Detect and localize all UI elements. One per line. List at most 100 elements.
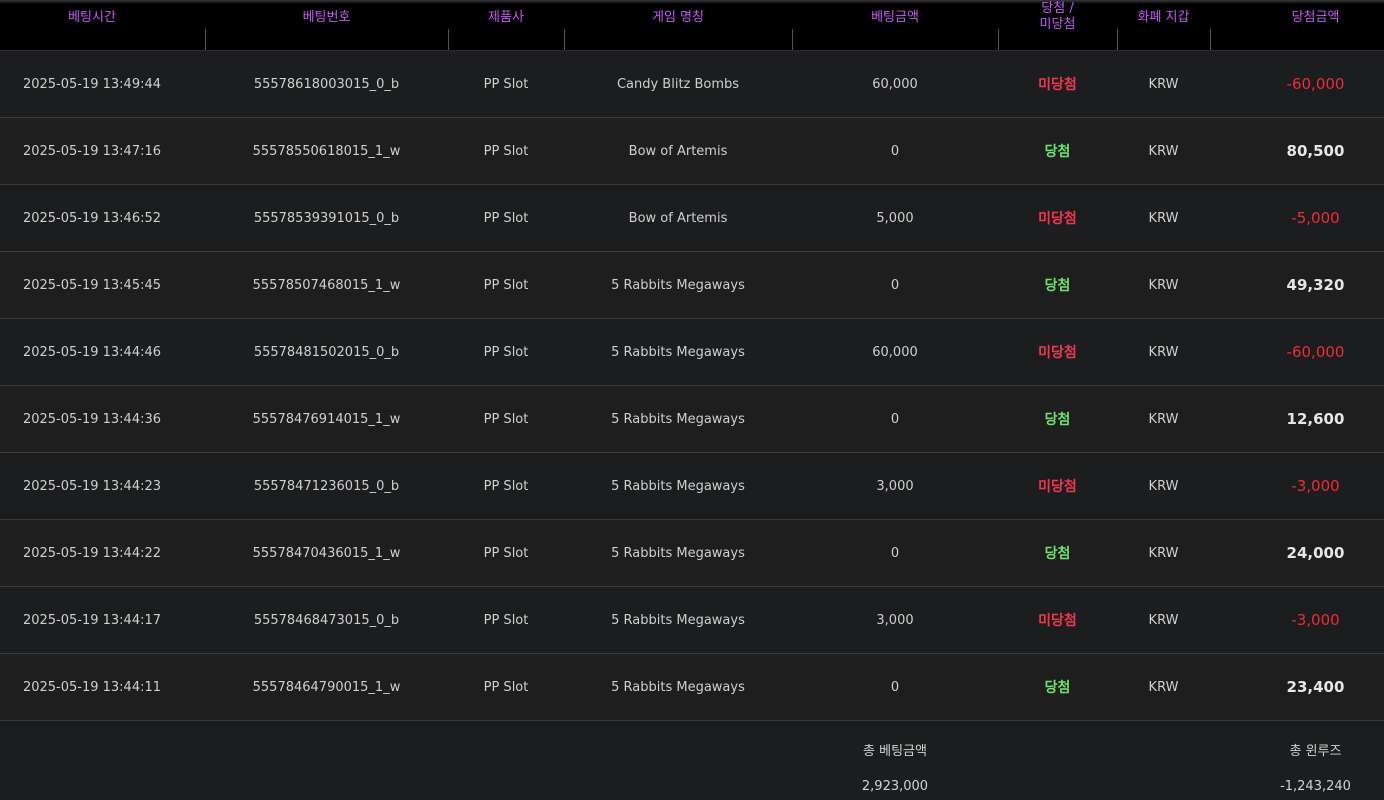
cell-bet-time: 2025-05-19 13:47:16 bbox=[22, 143, 162, 159]
header-game-name: 게임 명칭 bbox=[652, 10, 704, 25]
cell-currency: KRW bbox=[1148, 545, 1179, 561]
cell-result: 미당첨 bbox=[1038, 345, 1077, 361]
cell-currency: KRW bbox=[1148, 679, 1179, 695]
header-divider bbox=[1117, 29, 1118, 50]
cell-win-amount: 24,000 bbox=[1286, 544, 1345, 562]
cell-game-name: Candy Blitz Bombs bbox=[616, 76, 740, 92]
cell-bet-time: 2025-05-19 13:44:23 bbox=[22, 478, 162, 494]
table-row: 2025-05-19 13:44:22 55578470436015_1_w PP … bbox=[0, 520, 1384, 587]
cell-provider: PP Slot bbox=[483, 344, 529, 360]
cell-provider: PP Slot bbox=[483, 411, 529, 427]
cell-provider: PP Slot bbox=[483, 478, 529, 494]
cell-win-amount: -5,000 bbox=[1291, 209, 1340, 227]
cell-currency: KRW bbox=[1148, 344, 1179, 360]
cell-game-name: Bow of Artemis bbox=[628, 210, 728, 226]
table-row: 2025-05-19 13:47:16 55578550618015_1_w PP … bbox=[0, 118, 1384, 185]
cell-bet-number: 55578470436015_1_w bbox=[252, 545, 401, 561]
table-row: 2025-05-19 13:46:52 55578539391015_0_b PP … bbox=[0, 185, 1384, 252]
cell-bet-amount: 0 bbox=[890, 411, 900, 427]
cell-bet-time: 2025-05-19 13:44:11 bbox=[22, 679, 162, 695]
table-row: 2025-05-19 13:45:45 55578507468015_1_w PP … bbox=[0, 252, 1384, 319]
cell-currency: KRW bbox=[1148, 411, 1179, 427]
cell-result: 미당첨 bbox=[1038, 77, 1077, 93]
header-bet-time: 베팅시간 bbox=[68, 10, 116, 25]
table-footer: 총 베팅금액 2,923,000 총 윈루즈 -1,243,240 bbox=[0, 721, 1384, 800]
cell-provider: PP Slot bbox=[483, 143, 529, 159]
cell-game-name: 5 Rabbits Megaways bbox=[611, 612, 745, 628]
cell-bet-amount: 0 bbox=[890, 277, 900, 293]
cell-bet-amount: 3,000 bbox=[876, 478, 914, 494]
cell-game-name: 5 Rabbits Megaways bbox=[611, 545, 745, 561]
header-win-amount: 당첨금액 bbox=[1291, 10, 1340, 25]
cell-result: 미당첨 bbox=[1038, 613, 1077, 629]
cell-currency: KRW bbox=[1148, 478, 1179, 494]
cell-result: 당첨 bbox=[1044, 546, 1071, 562]
cell-bet-amount: 0 bbox=[890, 143, 900, 159]
cell-result: 당첨 bbox=[1044, 412, 1071, 428]
cell-currency: KRW bbox=[1148, 210, 1179, 226]
header-result-line2: 미당첨 bbox=[1039, 17, 1076, 32]
cell-bet-number: 55578539391015_0_b bbox=[253, 210, 400, 226]
header-provider: 제품사 bbox=[488, 10, 524, 25]
cell-bet-time: 2025-05-19 13:46:52 bbox=[22, 210, 162, 226]
cell-win-amount: 23,400 bbox=[1286, 678, 1345, 696]
cell-bet-amount: 0 bbox=[890, 679, 900, 695]
header-currency-wallet: 화폐 지갑 bbox=[1137, 10, 1190, 25]
cell-game-name: 5 Rabbits Megaways bbox=[611, 344, 745, 360]
header-divider bbox=[792, 29, 793, 50]
table-row: 2025-05-19 13:49:44 55578618003015_0_b PP … bbox=[0, 51, 1384, 118]
cell-bet-amount: 3,000 bbox=[876, 612, 914, 628]
cell-bet-amount: 5,000 bbox=[876, 210, 914, 226]
cell-provider: PP Slot bbox=[483, 277, 529, 293]
cell-bet-amount: 60,000 bbox=[872, 76, 918, 92]
table-row: 2025-05-19 13:44:23 55578471236015_0_b PP … bbox=[0, 453, 1384, 520]
header-divider bbox=[1210, 29, 1211, 50]
total-bet-label: 총 베팅금액 bbox=[863, 744, 927, 759]
header-bet-amount: 베팅금액 bbox=[871, 10, 919, 25]
cell-provider: PP Slot bbox=[483, 210, 529, 226]
cell-win-amount: 80,500 bbox=[1286, 142, 1345, 160]
cell-result: 당첨 bbox=[1044, 680, 1071, 696]
cell-provider: PP Slot bbox=[483, 612, 529, 628]
cell-bet-number: 55578468473015_0_b bbox=[253, 612, 400, 628]
cell-result: 미당첨 bbox=[1038, 479, 1077, 495]
cell-bet-number: 55578471236015_0_b bbox=[253, 478, 400, 494]
cell-currency: KRW bbox=[1148, 143, 1179, 159]
cell-game-name: 5 Rabbits Megaways bbox=[611, 411, 745, 427]
header-divider bbox=[998, 29, 999, 50]
table-row: 2025-05-19 13:44:17 55578468473015_0_b PP … bbox=[0, 587, 1384, 654]
cell-bet-number: 55578550618015_1_w bbox=[252, 143, 401, 159]
cell-currency: KRW bbox=[1148, 277, 1179, 293]
cell-result: 미당첨 bbox=[1038, 211, 1077, 227]
cell-bet-time: 2025-05-19 13:44:17 bbox=[22, 612, 162, 628]
cell-result: 당첨 bbox=[1044, 278, 1071, 294]
cell-bet-number: 55578507468015_1_w bbox=[252, 277, 401, 293]
cell-provider: PP Slot bbox=[483, 679, 529, 695]
cell-currency: KRW bbox=[1148, 612, 1179, 628]
cell-bet-time: 2025-05-19 13:45:45 bbox=[22, 277, 162, 293]
cell-bet-time: 2025-05-19 13:44:36 bbox=[22, 411, 162, 427]
cell-bet-time: 2025-05-19 13:49:44 bbox=[22, 76, 162, 92]
table-row: 2025-05-19 13:44:11 55578464790015_1_w PP … bbox=[0, 654, 1384, 721]
cell-game-name: Bow of Artemis bbox=[628, 143, 728, 159]
cell-provider: PP Slot bbox=[483, 76, 529, 92]
header-result: 당첨 / 미당첨 bbox=[998, 0, 1117, 50]
cell-bet-time: 2025-05-19 13:44:22 bbox=[22, 545, 162, 561]
cell-win-amount: -3,000 bbox=[1291, 477, 1340, 495]
cell-result: 당첨 bbox=[1044, 144, 1071, 160]
header-divider bbox=[205, 29, 206, 50]
cell-win-amount: -60,000 bbox=[1286, 343, 1345, 361]
cell-bet-amount: 60,000 bbox=[872, 344, 918, 360]
cell-bet-number: 55578476914015_1_w bbox=[252, 411, 401, 427]
header-result-line1: 당첨 / bbox=[1041, 1, 1074, 16]
cell-win-amount: -60,000 bbox=[1286, 75, 1345, 93]
cell-game-name: 5 Rabbits Megaways bbox=[611, 277, 745, 293]
header-divider bbox=[564, 29, 565, 50]
total-bet-value: 2,923,000 bbox=[861, 779, 929, 794]
cell-win-amount: -3,000 bbox=[1291, 611, 1340, 629]
bet-history-page: 베팅시간 베팅번호 제품사 게임 명칭 베팅금액 당첨 / 미당첨 화폐 지갑 … bbox=[0, 0, 1384, 800]
cell-currency: KRW bbox=[1148, 76, 1179, 92]
total-winloss-value: -1,243,240 bbox=[1280, 779, 1351, 794]
cell-bet-number: 55578618003015_0_b bbox=[253, 76, 400, 92]
cell-win-amount: 49,320 bbox=[1286, 276, 1345, 294]
